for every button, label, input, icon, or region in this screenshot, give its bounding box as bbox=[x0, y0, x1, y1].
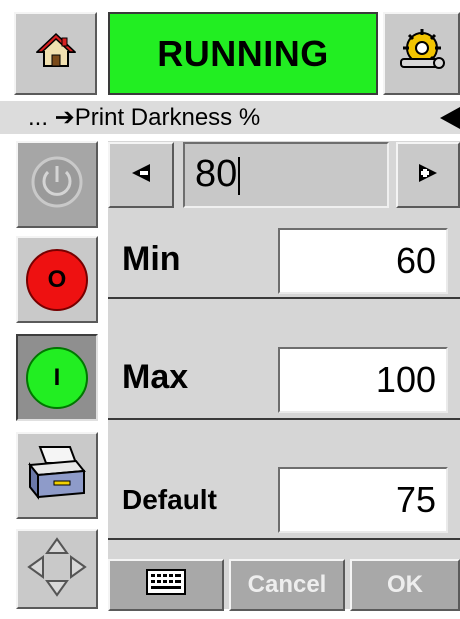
settings-gear-wrench-icon bbox=[395, 26, 449, 81]
home-button[interactable] bbox=[14, 12, 97, 95]
left-triangle-icon bbox=[130, 162, 152, 189]
max-label: Max bbox=[122, 358, 189, 396]
min-value-field[interactable]: 60 bbox=[278, 228, 448, 294]
status-display: RUNNING bbox=[108, 12, 378, 95]
increment-button[interactable] bbox=[396, 142, 460, 208]
start-label: I bbox=[53, 363, 61, 391]
text-caret bbox=[238, 156, 241, 195]
breadcrumb-text: ... ➔Print Darkness % bbox=[28, 104, 261, 131]
divider bbox=[108, 538, 460, 540]
keyboard-icon bbox=[146, 568, 186, 602]
printer-icon bbox=[26, 443, 88, 508]
stop-button[interactable]: O bbox=[16, 236, 98, 323]
max-value-field[interactable]: 100 bbox=[278, 347, 448, 413]
stop-indicator: O bbox=[26, 248, 88, 311]
start-button[interactable]: I bbox=[16, 334, 98, 421]
divider bbox=[108, 418, 460, 420]
stop-label: O bbox=[47, 265, 67, 293]
status-text: RUNNING bbox=[157, 32, 329, 74]
navigation-button[interactable] bbox=[16, 529, 98, 609]
power-button[interactable] bbox=[16, 141, 98, 228]
home-icon bbox=[34, 31, 77, 76]
right-triangle-icon bbox=[417, 162, 439, 189]
settings-button[interactable] bbox=[383, 12, 460, 95]
divider bbox=[108, 297, 460, 299]
start-indicator: I bbox=[26, 346, 88, 409]
cancel-button[interactable]: Cancel bbox=[229, 559, 345, 611]
navigation-arrows-icon bbox=[25, 535, 89, 604]
cancel-label: Cancel bbox=[247, 571, 327, 598]
breadcrumb: ... ➔Print Darkness % bbox=[0, 101, 460, 134]
power-icon bbox=[29, 154, 85, 215]
ok-label: OK bbox=[387, 571, 423, 598]
decrement-button[interactable] bbox=[108, 142, 174, 208]
keyboard-button[interactable] bbox=[108, 559, 224, 611]
printer-button[interactable] bbox=[16, 432, 98, 519]
value-input[interactable]: 80 bbox=[183, 142, 389, 208]
value-text: 80 bbox=[195, 153, 238, 195]
ok-button[interactable]: OK bbox=[350, 559, 460, 611]
default-label: Default bbox=[122, 484, 217, 515]
default-value-field[interactable]: 75 bbox=[278, 467, 448, 533]
min-label: Min bbox=[122, 240, 181, 278]
left-arrow-icon[interactable] bbox=[440, 107, 460, 129]
